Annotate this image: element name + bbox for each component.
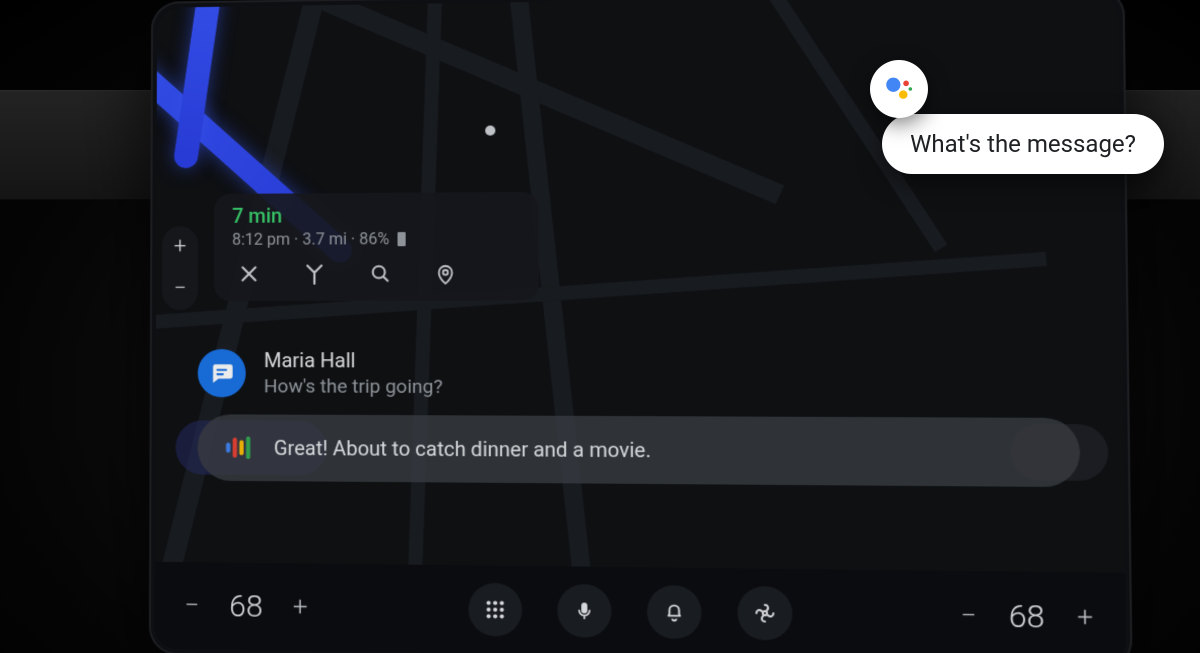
eta-text: 7 min [232, 202, 520, 228]
current-location-dot [485, 125, 495, 135]
temp-value: 68 [229, 588, 263, 624]
map-zoom-control: + − [162, 226, 198, 310]
mic-button[interactable] [557, 584, 611, 638]
reply-text: Great! About to catch dinner and a movie… [274, 436, 651, 463]
assistant-prompt-text: What's the message? [910, 130, 1136, 158]
center-controls [468, 583, 792, 641]
trip-distance: 3.7 mi [302, 229, 347, 248]
zoom-in-button[interactable]: + [162, 227, 198, 267]
search-icon[interactable] [369, 262, 391, 286]
notification-sender: Maria Hall [264, 348, 443, 373]
temp-plus-button[interactable]: + [287, 592, 313, 623]
close-icon[interactable] [238, 263, 260, 287]
messages-icon [198, 349, 246, 397]
temp-plus-button[interactable]: + [1071, 602, 1100, 634]
arrival-time: 8:12 pm [232, 230, 290, 249]
zoom-out-button[interactable]: − [162, 269, 198, 309]
nav-meta: 8:12 pm · 3.7 mi · 86% [232, 229, 520, 249]
alt-routes-icon[interactable] [302, 263, 326, 287]
reply-area: Great! About to catch dinner and a movie… [183, 414, 1100, 487]
temp-minus-button[interactable]: − [179, 590, 205, 621]
driver-temperature: − 68 + [179, 588, 313, 625]
temp-value: 68 [1008, 598, 1044, 635]
message-notification[interactable]: Maria Hall How's the trip going? [178, 336, 1099, 413]
assistant-prompt-bubble: What's the message? [882, 114, 1164, 174]
google-assistant-icon[interactable] [870, 60, 928, 118]
temp-minus-button[interactable]: − [955, 600, 983, 632]
battery-remaining: 86% [359, 229, 389, 248]
notifications-button[interactable] [647, 585, 702, 639]
battery-icon [397, 232, 405, 246]
bottom-bar: − 68 + [155, 562, 1126, 653]
notification-preview: How's the trip going? [264, 374, 443, 398]
destination-pin-icon[interactable] [434, 262, 457, 286]
assistant-overlay: What's the message? [870, 60, 1164, 174]
passenger-temperature: − 68 + [955, 597, 1100, 636]
navigation-card[interactable]: 7 min 8:12 pm · 3.7 mi · 86% [214, 192, 539, 301]
assistant-bars-icon [224, 432, 254, 462]
assistant-reply-pill[interactable]: Great! About to catch dinner and a movie… [197, 414, 1080, 487]
app-grid-button[interactable] [468, 583, 522, 637]
fan-button[interactable] [737, 586, 792, 641]
